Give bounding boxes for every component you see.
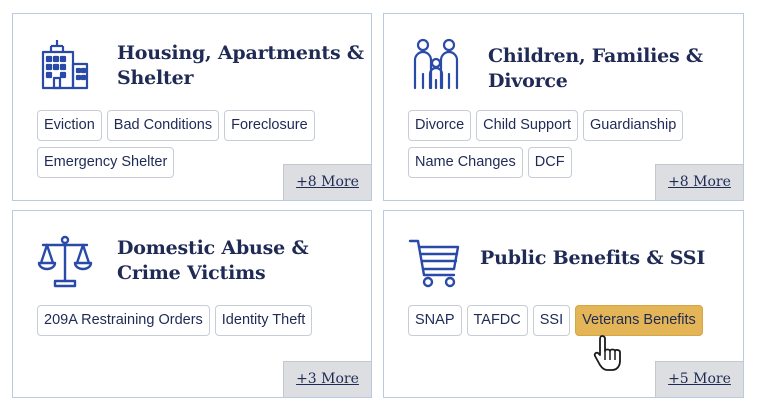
tag-foreclosure[interactable]: Foreclosure [224, 110, 315, 141]
tag-emergency-shelter[interactable]: Emergency Shelter [37, 147, 175, 178]
tag-209a-restraining-orders[interactable]: 209A Restraining Orders [37, 305, 210, 336]
shopping-cart-icon [408, 233, 464, 289]
tag-list: SNAP TAFDC SSI Veterans Benefits [408, 305, 729, 336]
more-button[interactable]: +8 More [283, 164, 371, 200]
tag-eviction[interactable]: Eviction [37, 110, 102, 141]
tag-veterans-benefits[interactable]: Veterans Benefits [575, 305, 703, 336]
card-title[interactable]: Domestic Abuse & Crime Victims [117, 236, 367, 286]
tag-list: 209A Restraining Orders Identity Theft [37, 305, 357, 336]
category-card-domestic-abuse[interactable]: Domestic Abuse & Crime Victims 209A Rest… [12, 210, 372, 398]
more-button[interactable]: +5 More [655, 361, 743, 397]
tag-dcf[interactable]: DCF [527, 147, 572, 178]
tag-child-support[interactable]: Child Support [476, 110, 579, 141]
category-card-children[interactable]: Children, Families & Divorce Divorce Chi… [383, 13, 744, 201]
tag-guardianship[interactable]: Guardianship [583, 110, 684, 141]
category-card-public-benefits[interactable]: Public Benefits & SSI SNAP TAFDC SSI Vet… [383, 210, 744, 398]
tag-name-changes[interactable]: Name Changes [408, 147, 523, 178]
card-title[interactable]: Children, Families & Divorce [488, 44, 728, 94]
tag-divorce[interactable]: Divorce [408, 110, 472, 141]
tag-ssi[interactable]: SSI [532, 305, 571, 336]
scales-of-justice-icon [37, 233, 93, 289]
apartment-building-icon [37, 36, 93, 92]
tag-bad-conditions[interactable]: Bad Conditions [106, 110, 220, 141]
category-card-housing[interactable]: Housing, Apartments & Shelter Eviction B… [12, 13, 372, 201]
tag-tafdc[interactable]: TAFDC [466, 305, 528, 336]
family-icon [408, 36, 464, 92]
tag-snap[interactable]: SNAP [408, 305, 462, 336]
card-title[interactable]: Housing, Apartments & Shelter [117, 41, 367, 91]
card-title[interactable]: Public Benefits & SSI [480, 246, 730, 271]
more-button[interactable]: +8 More [655, 164, 743, 200]
more-button[interactable]: +3 More [283, 361, 371, 397]
tag-identity-theft[interactable]: Identity Theft [214, 305, 313, 336]
